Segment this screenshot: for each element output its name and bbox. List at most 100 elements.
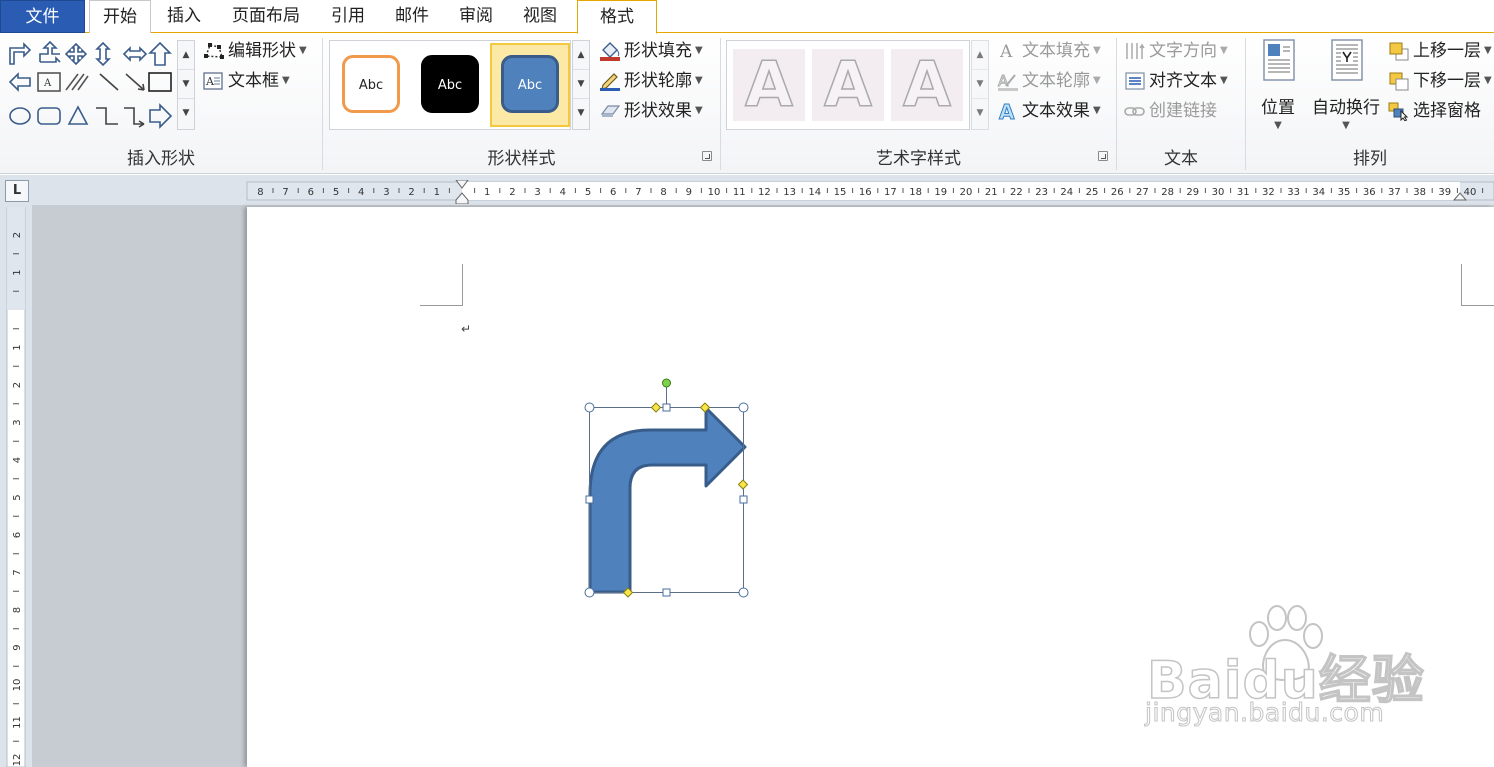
- baidu-watermark: Baidu经验 jingyan.baidu.com: [1144, 600, 1445, 740]
- text-outline-button[interactable]: A 文本轮廓 ▼: [997, 68, 1101, 94]
- ruler-number: 24: [1060, 187, 1073, 198]
- shape-outline-button[interactable]: 形状轮廓 ▼: [599, 68, 703, 94]
- margin-corner-mark: [1461, 305, 1494, 306]
- ruler-number: 3: [534, 187, 540, 198]
- style-preset-black-fill[interactable]: Abc: [421, 55, 479, 113]
- wrap-text-button[interactable]: 自动换行 ▼: [1306, 38, 1386, 131]
- ruler-number: 30: [1212, 187, 1225, 198]
- gallery-more-icon[interactable]: ▼: [573, 99, 589, 128]
- shape-styles-dialog-launcher-icon[interactable]: [702, 151, 712, 161]
- selection-pane-button[interactable]: 选择窗格: [1388, 98, 1481, 124]
- send-backward-button[interactable]: 下移一层 ▼: [1388, 68, 1492, 94]
- resize-handle-top-right[interactable]: [738, 402, 749, 413]
- tab-insert[interactable]: 插入: [155, 0, 213, 33]
- group-label-arrange: 排列: [1353, 149, 1387, 169]
- margin-corner-mark: [462, 264, 463, 306]
- rotation-handle-icon[interactable]: [662, 378, 671, 388]
- tab-review[interactable]: 审阅: [446, 0, 506, 33]
- position-icon: [1263, 39, 1295, 81]
- bring-forward-icon: [1389, 42, 1409, 61]
- chevron-down-icon: ▼: [1484, 75, 1492, 86]
- text-fill-label: 文本填充: [1022, 41, 1090, 61]
- gallery-down-icon[interactable]: ▼: [178, 70, 194, 99]
- resize-handle-top[interactable]: [662, 403, 671, 412]
- ruler-number: 1: [12, 269, 23, 275]
- gallery-up-icon[interactable]: ▲: [178, 41, 194, 70]
- chevron-down-icon: ▼: [299, 45, 307, 56]
- text-fill-button[interactable]: A 文本填充 ▼: [997, 38, 1101, 64]
- text-effects-label: 文本效果: [1022, 101, 1090, 121]
- style-gallery-scrollbar[interactable]: ▲ ▼ ▼: [572, 40, 590, 130]
- gallery-down-icon[interactable]: ▼: [573, 70, 589, 99]
- resize-handle-left[interactable]: [585, 495, 594, 504]
- shape-gallery-scrollbar[interactable]: ▲ ▼ ▼: [177, 40, 195, 130]
- ruler-number: 6: [308, 187, 314, 198]
- tab-mailings[interactable]: 邮件: [382, 0, 442, 33]
- adjust-handle[interactable]: [650, 402, 662, 413]
- ruler-number: 6: [610, 187, 616, 198]
- horizontal-ruler[interactable]: 8 7 6 5 4 3 2 1 1 2 3 4 5 6 7 8 9 10 11 12 13 14 15 16 17 18 19 20 2…: [0, 180, 1494, 204]
- wordart-gallery-scrollbar[interactable]: ▲ ▼ ▼: [971, 40, 989, 130]
- resize-handle-bottom-right[interactable]: [738, 587, 749, 598]
- gallery-down-icon[interactable]: ▼: [972, 70, 988, 99]
- gallery-more-icon[interactable]: ▼: [972, 99, 988, 128]
- ruler-number: 12: [12, 754, 23, 767]
- gallery-up-icon[interactable]: ▲: [573, 41, 589, 70]
- vertical-ruler[interactable]: 21123456789101112: [5, 207, 29, 767]
- wordart-preset[interactable]: A: [733, 48, 805, 121]
- shape-gallery[interactable]: A ▲ ▼ ▼: [6, 40, 195, 130]
- bring-forward-button[interactable]: 上移一层 ▼: [1388, 38, 1492, 64]
- resize-handle-right[interactable]: [739, 495, 748, 504]
- align-text-button[interactable]: 对齐文本 ▼: [1124, 68, 1228, 94]
- group-label-insert-shapes: 插入形状: [127, 149, 195, 169]
- edit-shape-button[interactable]: 编辑形状 ▼: [203, 38, 307, 64]
- tab-page-layout[interactable]: 页面布局: [218, 0, 314, 33]
- style-preset-blue-fill[interactable]: Abc: [501, 55, 559, 113]
- shape-style-gallery[interactable]: Abc Abc Abc: [329, 40, 571, 130]
- wordart-dialog-launcher-icon[interactable]: [1098, 151, 1108, 161]
- text-effects-button[interactable]: A 文本效果 ▼: [997, 98, 1101, 124]
- ruler-number: 36: [1363, 187, 1376, 198]
- quad-arrow-shape-icon: [64, 42, 88, 66]
- text-direction-button[interactable]: 文字方向 ▼: [1124, 38, 1228, 64]
- resize-handle-bottom-left[interactable]: [584, 587, 595, 598]
- wordart-preset[interactable]: A: [891, 48, 963, 121]
- ruler-number: 27: [1136, 187, 1149, 198]
- resize-handle-bottom[interactable]: [662, 588, 671, 597]
- ruler-number: 3: [12, 419, 23, 425]
- paragraph-mark: ↵: [461, 322, 472, 336]
- arrow-body[interactable]: [588, 406, 747, 594]
- tab-format[interactable]: 格式: [577, 0, 657, 34]
- style-preset-orange-outline[interactable]: Abc: [342, 55, 400, 113]
- bent-arrow-shape[interactable]: [580, 375, 760, 605]
- wordart-preset[interactable]: A: [812, 48, 884, 121]
- resize-handle-top-left[interactable]: [584, 402, 595, 413]
- tab-view[interactable]: 视图: [510, 0, 570, 33]
- position-label: 位置: [1261, 98, 1295, 118]
- ruler-number: 15: [834, 187, 847, 198]
- text-box-button[interactable]: A 文本框 ▼: [203, 68, 290, 94]
- ruler-number: 7: [282, 187, 288, 198]
- tab-file[interactable]: 文件: [0, 0, 85, 33]
- edit-shape-icon: [204, 43, 224, 59]
- tab-home[interactable]: 开始: [89, 0, 151, 33]
- ruler-number: 8: [660, 187, 666, 198]
- wordart-style-gallery[interactable]: A A A: [726, 40, 970, 130]
- edit-shape-label: 编辑形状: [228, 41, 296, 61]
- up-arrow-shape-icon: [148, 41, 172, 66]
- chain-link-icon: [1124, 107, 1145, 116]
- pen-outline-icon: [600, 73, 620, 91]
- ruler-number: 37: [1388, 187, 1401, 198]
- shape-fill-button[interactable]: 形状填充 ▼: [599, 38, 703, 64]
- chevron-down-icon: ▼: [1274, 120, 1282, 131]
- up-arrow-callout-shape-icon: [39, 40, 61, 63]
- shape-effects-button[interactable]: 形状效果 ▼: [599, 98, 703, 124]
- ruler-number: 10: [708, 187, 721, 198]
- gallery-more-icon[interactable]: ▼: [178, 99, 194, 128]
- tab-references[interactable]: 引用: [318, 0, 378, 33]
- adjust-handle[interactable]: [737, 479, 749, 490]
- position-button[interactable]: 位置 ▼: [1252, 38, 1304, 131]
- gallery-up-icon[interactable]: ▲: [972, 41, 988, 70]
- create-link-button[interactable]: 创建链接: [1124, 98, 1217, 124]
- text-fill-icon: A: [999, 42, 1013, 61]
